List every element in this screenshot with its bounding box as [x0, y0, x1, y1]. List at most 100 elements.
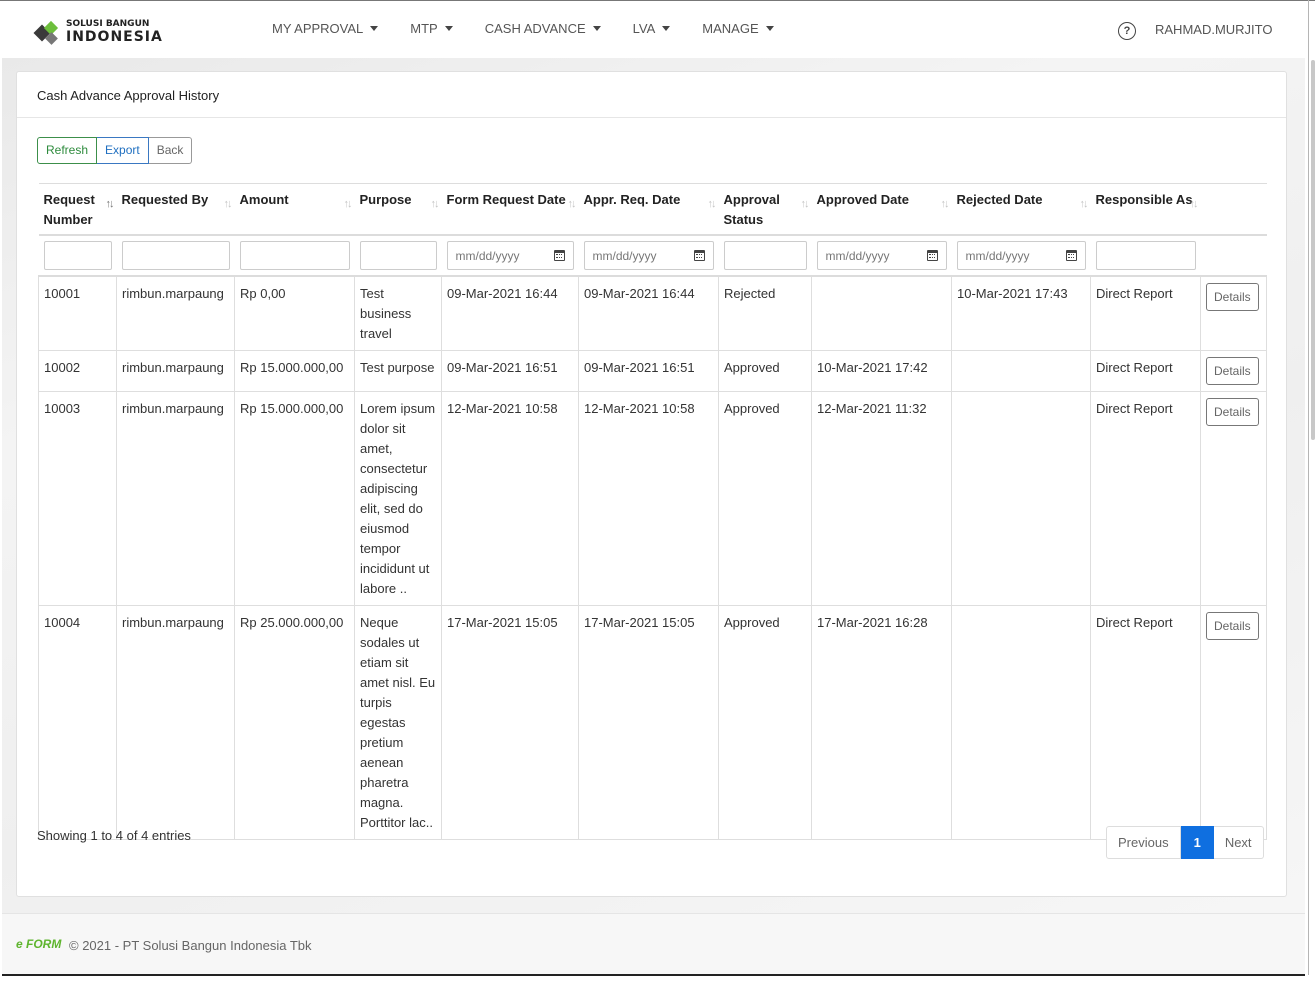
cell-approved-date: 12-Mar-2021 11:32 [811, 391, 952, 606]
cell-appr-req-date: 12-Mar-2021 10:58 [578, 391, 719, 606]
cell-rejected-date: 10-Mar-2021 17:43 [951, 275, 1091, 351]
back-button[interactable]: Back [148, 137, 193, 164]
calendar-icon[interactable] [926, 250, 938, 261]
column-header-purpose[interactable]: Purpose ↑↓ [354, 183, 442, 235]
column-header-responsible-as[interactable]: Responsible As ↑↓ [1090, 183, 1201, 235]
nav-cash-advance[interactable]: CASH ADVANCE [485, 21, 601, 36]
cell-amount: Rp 15.000.000,00 [234, 391, 355, 606]
refresh-button[interactable]: Refresh [37, 137, 98, 164]
user-menu[interactable]: RAHMAD.MURJITO [1155, 22, 1272, 37]
cell-responsible-as: Direct Report [1090, 605, 1201, 840]
table-row: 10003 rimbun.marpaung Rp 15.000.000,00 L… [38, 391, 1267, 606]
cell-rejected-date [951, 350, 1091, 392]
filter-form-request-date[interactable]: mm/dd/yyyy [446, 241, 574, 270]
nav-my-approval-label: MY APPROVAL [272, 21, 364, 36]
details-button[interactable]: Details [1206, 283, 1259, 311]
cell-responsible-as: Direct Report [1090, 350, 1201, 392]
nav-mtp-label: MTP [410, 21, 438, 36]
cell-approval-status: Approved [718, 391, 812, 606]
nav-manage[interactable]: MANAGE [702, 21, 774, 36]
column-header-approval-status[interactable]: Approval Status ↑↓ [718, 183, 812, 235]
cell-request-number: 10001 [38, 275, 117, 351]
chevron-down-icon [592, 26, 601, 31]
cell-form-request-date: 17-Mar-2021 15:05 [441, 605, 579, 840]
sort-icon: ↑↓ [1079, 198, 1089, 210]
sort-icon: ↑↓ [1189, 198, 1199, 210]
approval-history-table: Request Number ↑↓ Requested By ↑↓ Amount ↑↓… [38, 183, 1267, 840]
toolbar: Refresh Export Back [37, 137, 193, 164]
brand-logo-icon [33, 19, 62, 45]
cell-appr-req-date: 09-Mar-2021 16:44 [578, 275, 719, 351]
column-header-label: Responsible As [1095, 192, 1193, 207]
export-button[interactable]: Export [97, 137, 149, 164]
column-header-appr-req-date[interactable]: Appr. Req. Date ↑↓ [578, 183, 719, 235]
column-header-amount[interactable]: Amount ↑↓ [234, 183, 355, 235]
cell-purpose: Test business travel [354, 275, 442, 351]
column-header-requested-by[interactable]: Requested By ↑↓ [116, 183, 235, 235]
brand-logo-text: SOLUSI BANGUN INDONESIA [66, 20, 163, 45]
filter-approval-status[interactable] [723, 241, 807, 270]
chevron-down-icon [662, 26, 671, 31]
cell-appr-req-date: 17-Mar-2021 15:05 [578, 605, 719, 840]
brand-logo[interactable]: SOLUSI BANGUN INDONESIA [33, 19, 163, 45]
cell-request-number: 10004 [38, 605, 117, 840]
cell-rejected-date [951, 605, 1091, 840]
details-button[interactable]: Details [1206, 612, 1259, 640]
cell-appr-req-date: 09-Mar-2021 16:51 [578, 350, 719, 392]
cell-approval-status: Approved [718, 605, 812, 840]
help-icon[interactable]: ? [1118, 22, 1136, 40]
calendar-icon[interactable] [693, 250, 705, 261]
column-header-request-number[interactable]: Request Number ↑↓ [38, 183, 117, 235]
cell-purpose: Lorem ipsum dolor sit amet, consectetur … [354, 391, 442, 606]
details-button[interactable]: Details [1206, 357, 1259, 385]
filter-row: mm/dd/yyyy mm/dd/yyyy mm/dd/yyyy mm/dd/y… [38, 234, 1267, 277]
scrollbar-thumb[interactable] [1311, 60, 1315, 440]
filter-purpose[interactable] [359, 241, 437, 270]
page-1-button[interactable]: 1 [1180, 826, 1214, 859]
nav-my-approval[interactable]: MY APPROVAL [272, 21, 379, 36]
cell-approved-date: 17-Mar-2021 16:28 [811, 605, 952, 840]
table-info: Showing 1 to 4 of 4 entries [37, 828, 191, 843]
chevron-down-icon [444, 26, 453, 31]
filter-request-number[interactable] [43, 241, 112, 270]
previous-page-button[interactable]: Previous [1106, 826, 1181, 859]
copyright-text: © 2021 - PT Solusi Bangun Indonesia Tbk [69, 938, 312, 953]
cell-requested-by: rimbun.marpaung [116, 391, 235, 606]
approval-history-card: Cash Advance Approval History Refresh Ex… [16, 71, 1287, 897]
nav-mtp[interactable]: MTP [410, 21, 453, 36]
column-header-action [1200, 183, 1267, 235]
nav-manage-label: MANAGE [702, 21, 759, 36]
filter-approved-date[interactable]: mm/dd/yyyy [816, 241, 947, 270]
column-header-form-request-date[interactable]: Form Request Date ↑↓ [441, 183, 579, 235]
column-header-label: Rejected Date [956, 192, 1043, 207]
calendar-icon[interactable] [553, 250, 565, 261]
filter-amount[interactable] [239, 241, 350, 270]
cell-responsible-as: Direct Report [1090, 391, 1201, 606]
sort-icon: ↑↓ [567, 198, 577, 210]
column-header-label: Approved Date [816, 192, 909, 207]
cell-requested-by: rimbun.marpaung [116, 350, 235, 392]
column-header-label: Requested By [121, 192, 209, 207]
eform-logo: e FORM [16, 937, 62, 951]
calendar-icon[interactable] [1065, 250, 1077, 261]
column-header-rejected-date[interactable]: Rejected Date ↑↓ [951, 183, 1091, 235]
brand-line-2: INDONESIA [66, 29, 163, 45]
cell-responsible-as: Direct Report [1090, 275, 1201, 351]
filter-responsible-as[interactable] [1095, 241, 1196, 270]
column-header-label: Request Number [43, 192, 95, 227]
table-row: 10002 rimbun.marpaung Rp 15.000.000,00 T… [38, 350, 1267, 392]
column-header-approved-date[interactable]: Approved Date ↑↓ [811, 183, 952, 235]
sort-icon: ↑↓ [800, 198, 810, 210]
filter-appr-req-date[interactable]: mm/dd/yyyy [583, 241, 714, 270]
cell-requested-by: rimbun.marpaung [116, 605, 235, 840]
column-header-label: Form Request Date [446, 192, 566, 207]
nav-lva[interactable]: LVA [633, 21, 671, 36]
details-button[interactable]: Details [1206, 398, 1259, 426]
page-title: Cash Advance Approval History [37, 88, 220, 103]
filter-rejected-date[interactable]: mm/dd/yyyy [956, 241, 1086, 270]
table-row: 10001 rimbun.marpaung Rp 0,00 Test busin… [38, 275, 1267, 351]
filter-requested-by[interactable] [121, 241, 230, 270]
cell-approval-status: Approved [718, 350, 812, 392]
cell-purpose: Test purpose [354, 350, 442, 392]
next-page-button[interactable]: Next [1213, 826, 1264, 859]
